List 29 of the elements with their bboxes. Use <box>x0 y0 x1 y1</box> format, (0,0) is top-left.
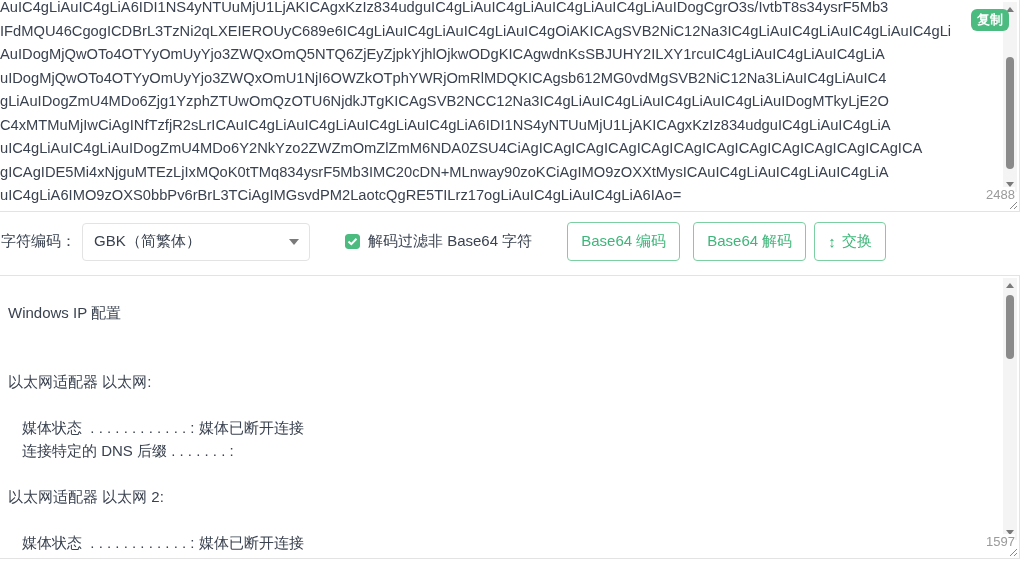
encoded-text-line: uIC4gLiA6IMO9zOXS0bbPv6rBrL3TCiAgIMGsvdPM2LaotcQgRE5TILrz17ogLiAuIC4gLiAuIC4gLiA6IAo= <box>0 186 682 205</box>
filter-checkbox[interactable]: 解码过滤非 Base64 字符 <box>345 232 533 251</box>
encoded-text-line: AuIC4gLiAuIC4gLiA6IDI1NS4yNTUuMjU1LjAKICAgxKzIz834udguIC4gLiAuIC4gLiAuIC4gLiAuIC4gLiAuIDogCgrO3s/IvtbT8s34ysrF5Mb3 <box>0 0 889 17</box>
encoded-text-line: IFdMQU46CgogICDBrL3TzNi2qLXEIEROUyC689e6IC4gLiAuIC4gLiAuIC4gLiAuIC4gOiAKICAgSVB2NiC12Na3IC4gLiAuIC4gLiAuIC4gLiAuIC4gLi <box>0 21 952 41</box>
action-button[interactable]: ↕ 交换 <box>814 222 886 261</box>
character-count: 1597 <box>986 534 1015 549</box>
encoding-label: 字符编码： <box>1 232 76 251</box>
action-button[interactable]: Base64 编码 <box>567 222 681 261</box>
resize-handle-icon[interactable] <box>1009 201 1018 210</box>
encoded-text-line: C4xMTMuMjIwCiAgINfTzfjR2sLrICAuIC4gLiAuIC4gLiAuIC4gLiAuIC4gLiA6IDI1NS4yNTUuMjU1LjAKICAgxKzIz834udguIC4gLiAuIC4gLiA <box>0 115 891 135</box>
encoded-text-line: AuIDogMjQwOTo4OTYyOmUyYjo3ZWQxOmQ5NTQ6ZjEyZjpkYjhlOjkwODgKICAgwdnKsSBJUHY2ILXY1rcuIC4gLiAuIC4gLiAuIC4gLiA <box>0 45 885 64</box>
decoded-text-line: Windows IP 配置 <box>8 303 122 323</box>
decoded-text-line: 媒体状态 . . . . . . . . . . . . : 媒体已断开连接 <box>22 533 304 553</box>
scrollbar[interactable] <box>1003 2 1017 192</box>
copy-button[interactable]: 复制 <box>971 9 1009 31</box>
checkbox-icon[interactable] <box>345 234 360 249</box>
encoded-text-line: gLiAuIDogZmU4MDo6Zjg1YzphZTUwOmQzOTU6NjdkJTgKICAgSVB2NCC12Na3IC4gLiAuIC4gLiAuIC4gLiAuIC4gLiAuIDogMTkyLjE2O <box>0 92 889 111</box>
encoded-text-line: uIC4gLiAuIC4gLiAuIDogZmU4MDo6Y2NkYzo2ZWZmOmZlZmM6NDA0ZSU4CiAgICAgICAgICAgICAgICAgICAgICAgICAgICAgICAgICAgICA <box>0 139 923 158</box>
action-button[interactable]: Base64 解码 <box>693 222 807 261</box>
encoding-select[interactable]: GBK（简繁体） <box>82 222 310 261</box>
encoded-text-line: uIDogMjQwOTo4OTYyOmUyYjo3ZWQxOmU1NjI6OWZkOTphYWRjOmRlMDQKICAgsb612MG0vdMgSVB2NiC12Na3LiAuIC4gLiAuIC4 <box>0 68 887 88</box>
decoded-text-line: 以太网适配器 以太网 2: <box>8 487 164 507</box>
resize-handle-icon[interactable] <box>1009 548 1018 557</box>
caret-icon <box>289 238 299 245</box>
decoded-text-line: 连接特定的 DNS 后缀 . . . . . . . : <box>22 441 234 461</box>
decoded-text-line: 媒体状态 . . . . . . . . . . . . : 媒体已断开连接 <box>22 418 304 438</box>
character-count: 2488 <box>986 187 1015 202</box>
encoded-text-line: gICAgIDE5Mi4xNjguMTEzLjIxMQoK0tTMq834ysrF5Mb3IMC20cDN+MLnway90zoKCiAgIMO9zOXXtMysICAuIC4gLiAuIC4gLiAuIC4gLiA <box>0 162 889 182</box>
decoded-text-line: 以太网适配器 以太网: <box>8 372 152 392</box>
